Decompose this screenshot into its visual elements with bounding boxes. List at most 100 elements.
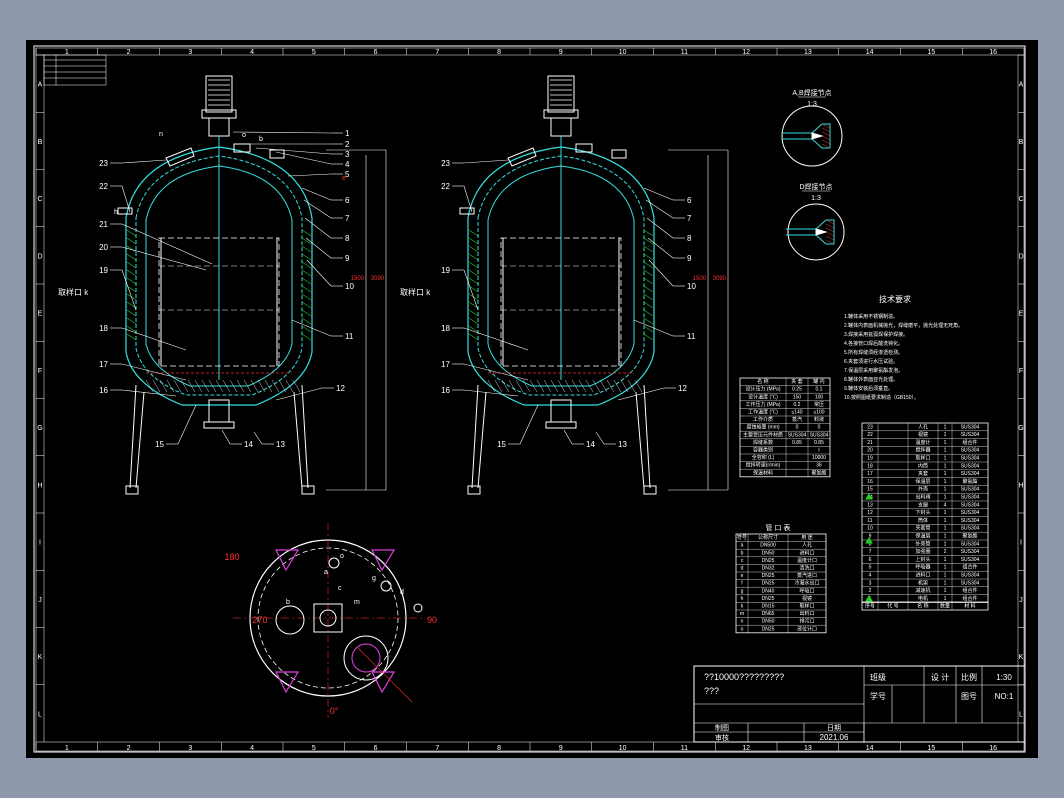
insulation-hatch [468,261,479,269]
leader-line [646,217,674,239]
nozzle-cell: o [741,626,744,632]
plan-diag [357,647,413,703]
parts-cell: 1 [944,448,947,454]
detail-ab-title: A,B焊接节点 [792,88,831,97]
parts-cell: 1 [944,557,947,563]
insulation-hatch [643,285,654,293]
parts-cell: 人孔 [918,423,928,430]
parts-cell: 11 [867,518,872,524]
row-letter: B [1019,139,1024,146]
nozzle-small [328,557,340,569]
part-label: 12 [678,384,687,393]
parts-cell: 5 [869,565,872,571]
leader-line [304,217,332,239]
part-label: 7 [687,214,692,223]
part-label: 23 [441,159,450,168]
insulation-hatch [126,309,137,317]
tech-line: 1.罐体采用不锈钢制造。 [844,313,898,320]
row-letter: F [38,368,42,375]
part-label: 15 [155,440,164,449]
parts-cell: 1 [944,596,947,602]
part-label: 22 [99,182,108,191]
weld-bead [815,228,828,236]
part-label: 13 [276,440,285,449]
nozzle-cell: 用 途 [801,534,812,541]
parts-header-cell: 材 料 [964,603,975,610]
plan-letter: m [354,599,360,606]
insulation-hatch [301,245,312,253]
parts-cell: 视镜 [918,431,928,438]
part-label: 19 [441,266,450,275]
part-label: 11 [687,332,696,341]
part-label: 8 [687,234,692,243]
nozzle-cell: DN25 [762,558,775,564]
parts-cell: 1 [944,479,947,485]
nozzle-cell: c [741,558,744,564]
nozzle-letter: b [259,136,263,143]
spec-cell: 设计压力 (MPa) [745,386,780,393]
spec-cell: 36 [816,463,822,469]
nozzle-cell: DN32 [762,566,775,572]
spec-cell: 0.85 [792,440,802,446]
spec-cell: 工作温度 (℃) [748,409,778,416]
part-label: 9 [345,254,350,263]
nozzle-letter: n [159,131,163,138]
nozzle-cell: DN50 [762,619,775,625]
nozzle-cell: 出料口 [799,610,814,617]
manhole-nozzle [165,147,195,167]
insulation-hatch [468,269,479,277]
motor-base [543,109,579,119]
nozzle-cell: 温度计口 [797,557,817,564]
leader-line [463,159,509,164]
parts-cell: 呼吸器 [915,564,930,571]
parts-cell: 外壳筒 [915,540,930,547]
parts-cell: SUS304 [961,549,980,555]
parts-cell: 外壳 [918,486,928,493]
part-label: 16 [441,386,450,395]
insulation-hatch [643,293,654,301]
part-label: 8 [345,234,350,243]
insulation-hatch [643,301,654,309]
weld-hatch [825,219,835,225]
parts-cell: 1 [944,588,947,594]
col-number: 4 [250,745,254,752]
nozzle-cell: DN50 [762,550,775,556]
parts-cell: 18 [867,463,873,469]
parts-cell: 夹套 [918,470,928,477]
weld-hatch [825,223,835,229]
tech-line: 2.罐体内表面机械抛光，焊缝磨平，抛光处理无死角。 [844,322,963,329]
leader-line [645,199,674,219]
leg-bracket [275,549,300,572]
spec-cell: SUS304 [788,432,807,438]
row-letter: C [37,196,42,203]
nozzle-cell: 液位计口 [797,625,817,632]
nozzle-cell: DN25 [762,626,775,632]
row-letter: J [38,597,42,604]
detail-ab-scale: 1:3 [807,101,817,108]
spec-cell: 工作压力 (MPa) [745,401,780,408]
insulation-hatch [301,317,312,325]
weld-hatch [821,135,831,141]
tb-draw: 制图 [715,723,729,732]
part-label: 18 [441,324,450,333]
insulation-hatch [301,293,312,301]
bottom-hatch [257,379,266,393]
insulation-hatch [126,237,137,245]
parts-cell: SUS304 [961,518,980,524]
part-label: 14 [244,440,253,449]
insulation-hatch [126,301,137,309]
leader-line [287,173,332,177]
weld-hatch [821,123,831,129]
row-letter: L [38,711,42,718]
parts-cell: 搅拌器 [915,447,930,454]
insulation-hatch [126,261,137,269]
insulation-hatch [643,269,654,277]
parts-cell: 支腿 [918,501,928,508]
spec-cell: 150 [793,394,802,400]
parts-cell: 2 [869,588,872,594]
leader-line [121,389,177,397]
leader-line [463,269,479,311]
insulation-hatch [301,325,312,333]
parts-cell: 夹套筒 [915,525,930,532]
parts-cell: 筒体 [918,517,928,524]
